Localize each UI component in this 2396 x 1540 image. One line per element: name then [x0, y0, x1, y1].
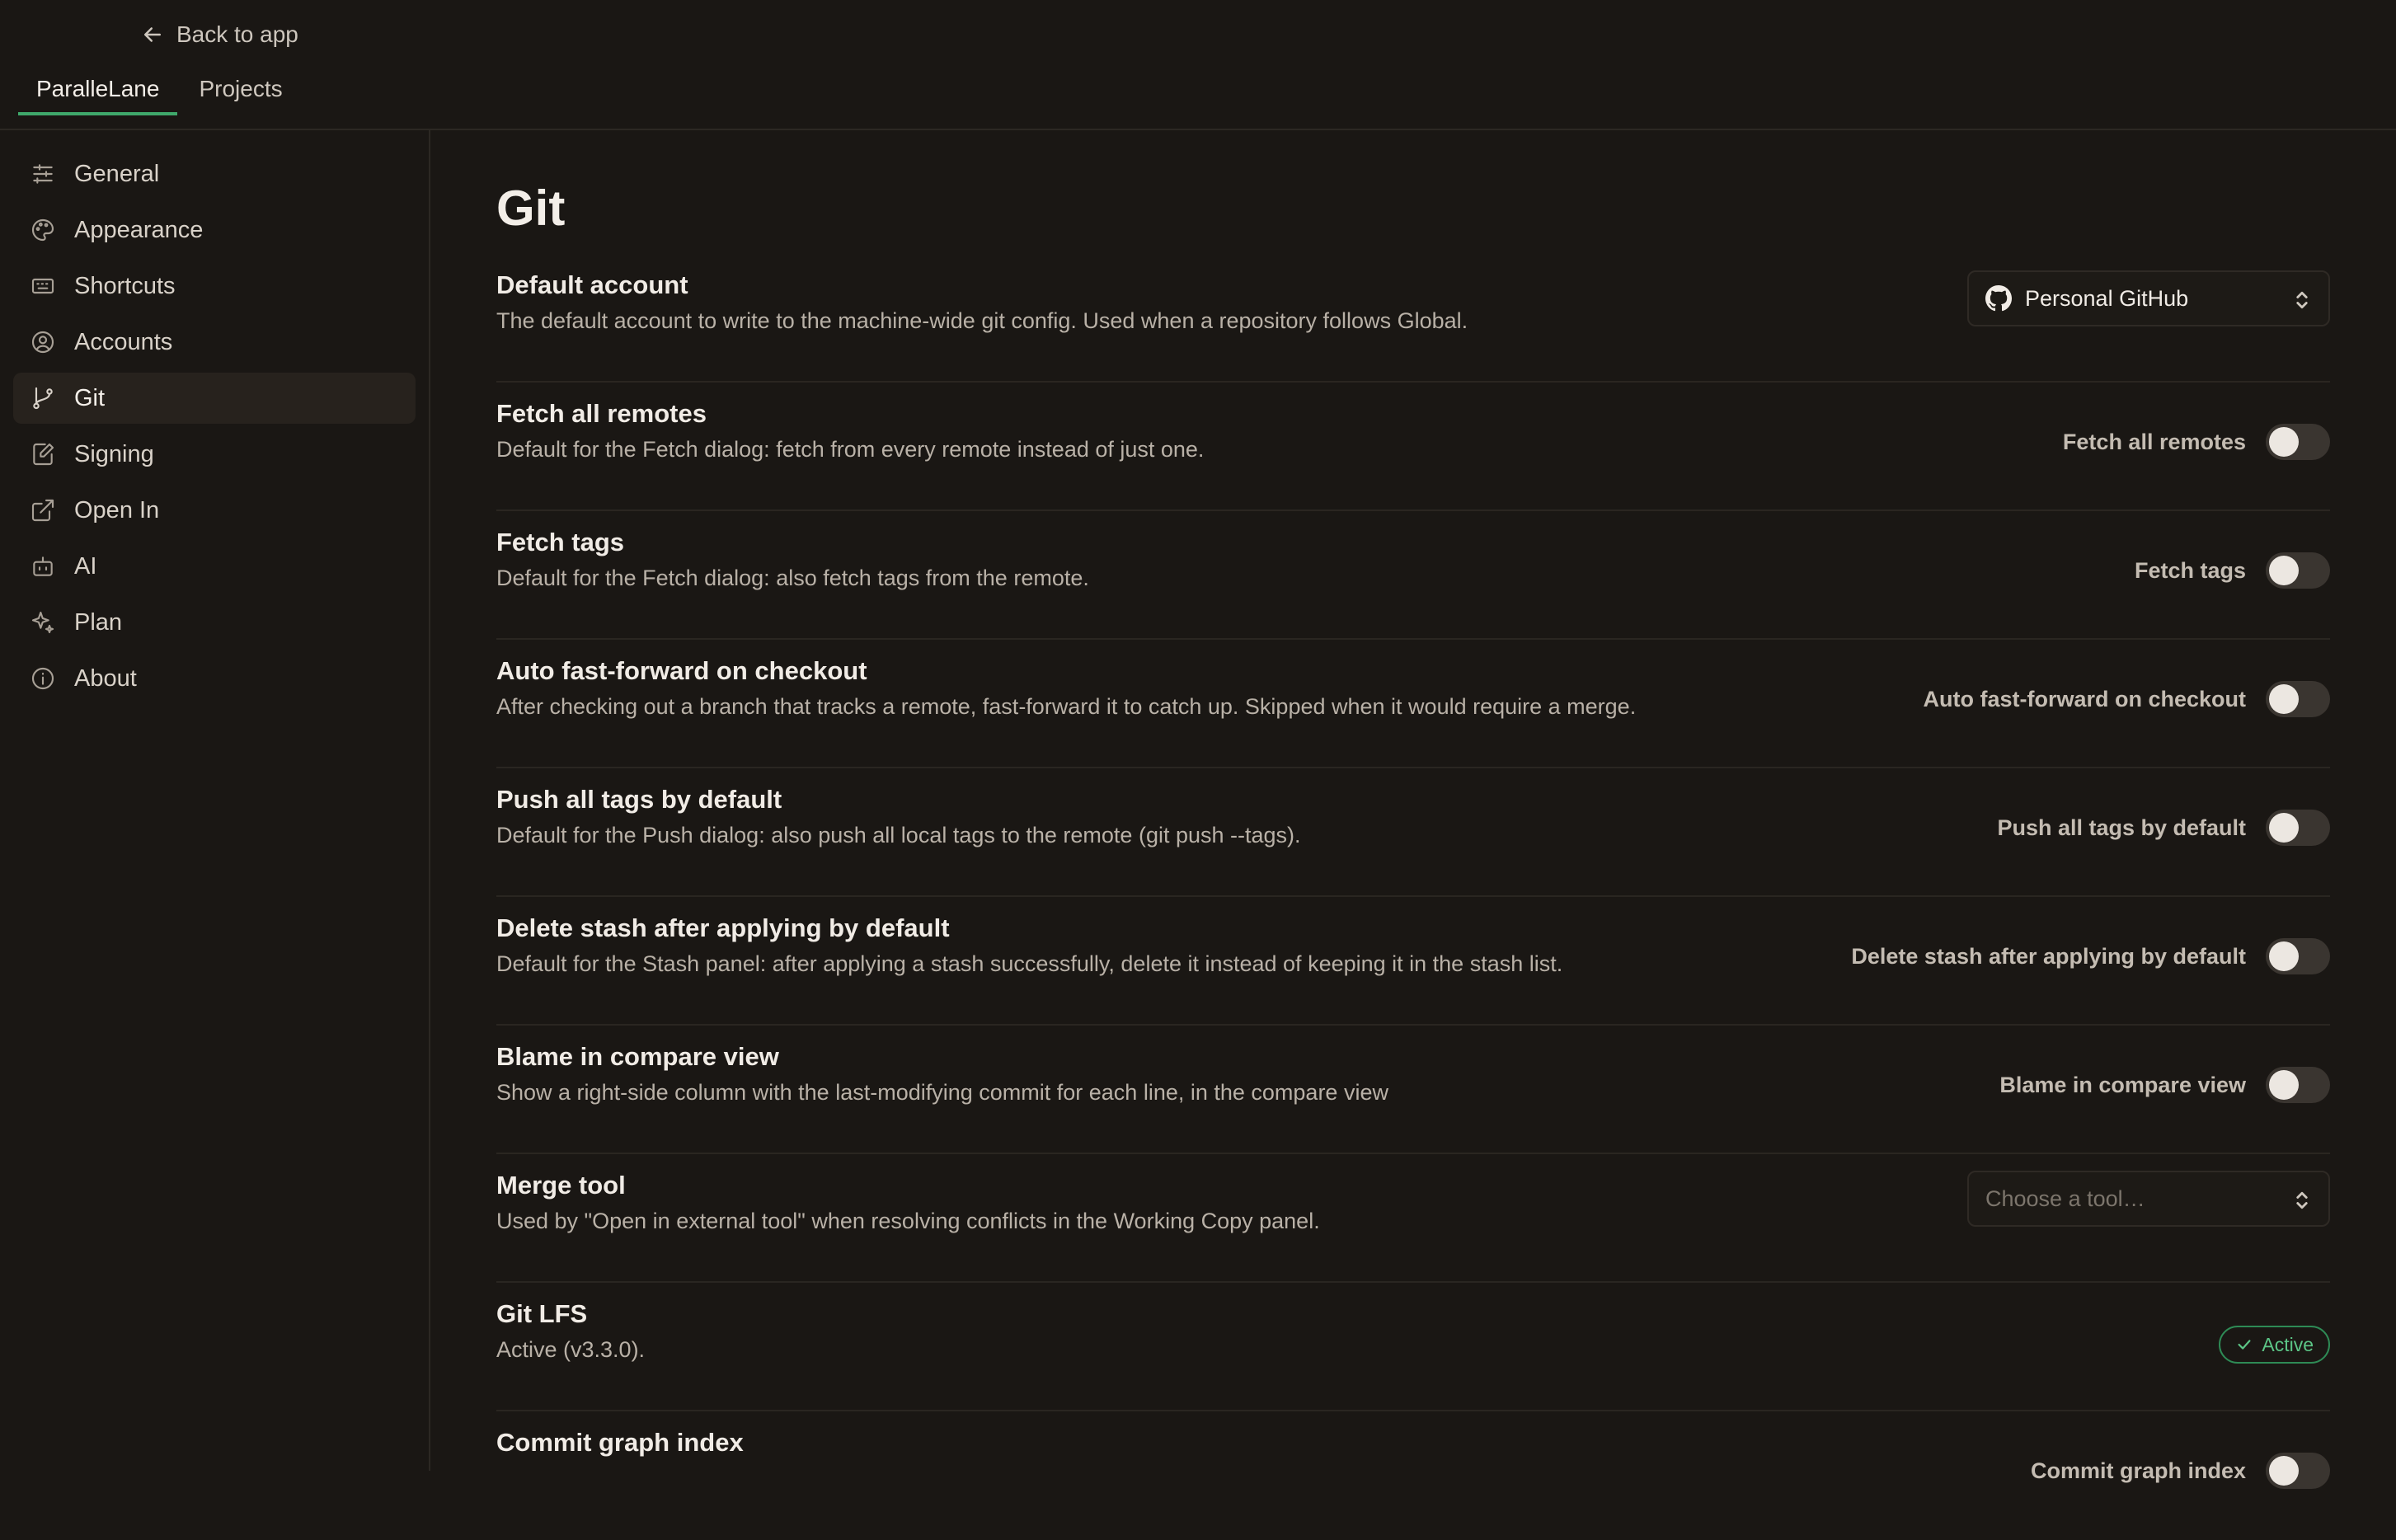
toggle-control: Commit graph index: [2031, 1453, 2330, 1489]
merge-tool-select[interactable]: Choose a tool…: [1967, 1171, 2330, 1227]
push-all-tags-toggle[interactable]: [2266, 810, 2330, 846]
setting-title: Blame in compare view: [496, 1042, 779, 1071]
check-icon: [2238, 1340, 2251, 1350]
chevrons-up-down-icon: [2296, 1191, 2308, 1209]
setting-title: Merge tool: [496, 1171, 626, 1200]
setting-title: Delete stash after applying by default: [496, 913, 950, 942]
sidebar-item-label: Shortcuts: [74, 272, 176, 299]
setting-commit-graph-index: Commit graph index Commit graph index: [496, 1411, 2330, 1540]
setting-description: The default account to write to the mach…: [496, 308, 1468, 333]
toggle-control: Fetch tags: [2135, 552, 2330, 589]
toggle-label: Blame in compare view: [1999, 1072, 2246, 1097]
toggle-control: Delete stash after applying by default: [1851, 938, 2330, 974]
setting-fetch-tags: Fetch tags Default for the Fetch dialog:…: [496, 511, 2330, 640]
info-icon: [31, 667, 54, 690]
toggle-label: Auto fast-forward on checkout: [1923, 686, 2246, 711]
sidebar-item-label: Plan: [74, 608, 123, 636]
fetch-all-remotes-toggle[interactable]: [2266, 424, 2330, 460]
back-to-app-link[interactable]: Back to app: [140, 18, 298, 51]
status-badge: Active: [2219, 1326, 2330, 1364]
badge-label: Active: [2262, 1333, 2314, 1355]
select-placeholder: Choose a tool…: [1985, 1186, 2145, 1211]
blame-compare-toggle[interactable]: [2266, 1067, 2330, 1103]
sidebar-item-label: Open In: [74, 496, 160, 524]
setting-title: Commit graph index: [496, 1428, 744, 1457]
chevrons-up-down-icon: [2296, 291, 2308, 309]
sidebar-item-git[interactable]: Git: [13, 373, 416, 424]
git-branch-icon: [33, 387, 53, 410]
sidebar-item-label: Git: [74, 384, 106, 411]
toggle-label: Commit graph index: [2030, 1458, 2246, 1483]
sidebar-item-about[interactable]: About: [13, 653, 416, 704]
sidebar-item-plan[interactable]: Plan: [13, 597, 416, 648]
top-bar: Back to app ParalleLane Projects: [0, 0, 2396, 130]
setting-description: Default for the Stash panel: after apply…: [496, 951, 1563, 976]
sidebar-item-accounts[interactable]: Accounts: [13, 317, 416, 368]
select-value: Personal GitHub: [2025, 285, 2189, 311]
toggle-label: Fetch tags: [2134, 557, 2246, 583]
sidebar-item-shortcuts[interactable]: Shortcuts: [13, 261, 416, 312]
toggle-label: Push all tags by default: [1997, 815, 2246, 840]
setting-title: Default account: [496, 270, 688, 299]
back-to-app-label: Back to app: [176, 21, 298, 47]
sidebar-item-general[interactable]: General: [13, 148, 416, 200]
fetch-tags-toggle[interactable]: [2266, 552, 2330, 589]
user-circle-icon: [31, 331, 54, 354]
sidebar-item-label: General: [74, 160, 160, 187]
setting-title: Auto fast-forward on checkout: [496, 656, 867, 685]
toggle-label: Delete stash after applying by default: [1851, 943, 2246, 969]
toggle-label: Fetch all remotes: [2062, 429, 2246, 454]
page-title: Git: [496, 181, 566, 236]
commit-graph-index-toggle[interactable]: [2266, 1453, 2330, 1489]
sidebar-item-label: Accounts: [74, 328, 173, 355]
delete-stash-toggle[interactable]: [2266, 938, 2330, 974]
sparkles-icon: [31, 611, 54, 634]
setting-description: After checking out a branch that tracks …: [496, 694, 1637, 719]
sidebar-item-label: Signing: [74, 440, 154, 467]
palette-icon: [31, 218, 54, 242]
setting-push-all-tags: Push all tags by default Default for the…: [496, 768, 2330, 897]
setting-title: Git LFS: [496, 1299, 588, 1328]
sidebar-item-signing[interactable]: Signing: [13, 429, 416, 480]
setting-blame-compare: Blame in compare view Show a right-side …: [496, 1026, 2330, 1154]
setting-description: Used by "Open in external tool" when res…: [496, 1209, 1320, 1233]
setting-description: Default for the Push dialog: also push a…: [496, 823, 1301, 847]
sidebar-item-label: About: [74, 664, 137, 692]
toggle-control: Fetch all remotes: [2063, 424, 2330, 460]
setting-description: Active (v3.3.0).: [496, 1337, 646, 1362]
tab-parallelane[interactable]: ParalleLane: [18, 69, 178, 115]
signature-icon: [33, 443, 54, 466]
auto-fast-forward-toggle[interactable]: [2266, 681, 2330, 717]
keyboard-icon: [31, 278, 54, 294]
setting-title: Fetch tags: [496, 528, 625, 556]
github-icon: [1985, 285, 2012, 312]
toggle-control: Auto fast-forward on checkout: [1923, 681, 2330, 717]
bot-icon: [33, 556, 53, 576]
setting-description: Show a right-side column with the last-m…: [496, 1080, 1388, 1105]
setting-description: Default for the Fetch dialog: fetch from…: [496, 437, 1205, 462]
setting-fetch-all-remotes: Fetch all remotes Default for the Fetch …: [496, 383, 2330, 511]
arrow-left-icon: [144, 27, 161, 42]
setting-merge-tool: Merge tool Used by "Open in external too…: [496, 1154, 2330, 1283]
sliders-icon: [33, 164, 53, 184]
setting-title: Fetch all remotes: [496, 399, 707, 428]
toggle-control: Push all tags by default: [1997, 810, 2330, 846]
setting-auto-fast-forward: Auto fast-forward on checkout After chec…: [496, 640, 2330, 768]
external-link-icon: [31, 499, 54, 522]
default-account-select[interactable]: Personal GitHub: [1967, 270, 2330, 326]
setting-default-account: Default account The default account to w…: [496, 254, 2330, 383]
setting-title: Push all tags by default: [496, 785, 782, 814]
tab-projects[interactable]: Projects: [181, 69, 300, 115]
setting-description: Default for the Fetch dialog: also fetch…: [496, 566, 1089, 590]
sidebar-item-ai[interactable]: AI: [13, 541, 416, 592]
settings-sidebar: General Appearance Shortcuts Accounts Gi…: [0, 130, 430, 1471]
top-tabs: ParalleLane Projects: [18, 69, 301, 115]
setting-git-lfs: Git LFS Active (v3.3.0). Active: [496, 1283, 2330, 1411]
sidebar-item-label: AI: [74, 552, 97, 580]
toggle-control: Blame in compare view: [1999, 1067, 2330, 1103]
sidebar-item-open-in[interactable]: Open In: [13, 485, 416, 536]
sidebar-item-label: Appearance: [74, 216, 204, 243]
setting-delete-stash: Delete stash after applying by default D…: [496, 897, 2330, 1026]
sidebar-item-appearance[interactable]: Appearance: [13, 204, 416, 256]
